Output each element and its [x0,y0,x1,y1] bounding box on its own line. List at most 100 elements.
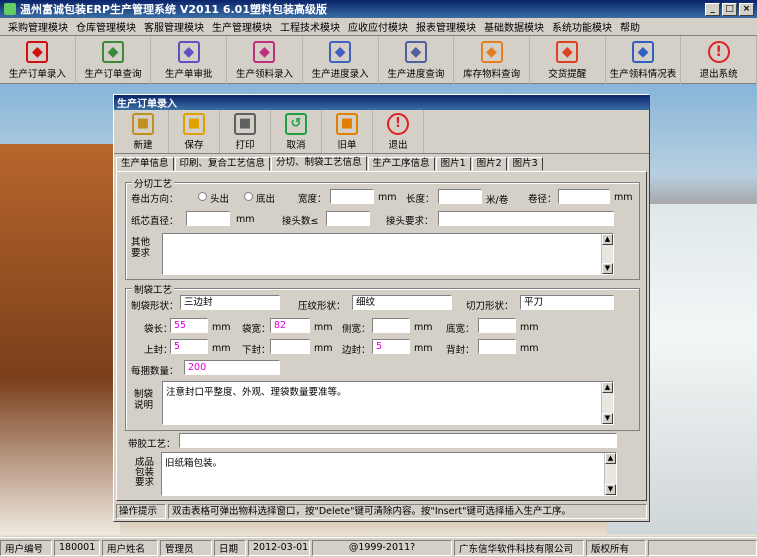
tab-4[interactable]: 图片1 [435,157,471,171]
title-bar: 温州富诚包装ERP生产管理系统 V2011 6.01塑料包装高级版 _ □ × [0,0,757,18]
cut-width-label: 宽度： [298,194,327,205]
toolbar-button-6[interactable]: ◆ 库存物料查询 [454,36,530,84]
progress-entry-icon: ◆ [329,40,352,63]
bottom-width-label: 底宽： [446,324,475,335]
order-tool-button-2[interactable]: ■ 打印 [220,110,271,153]
roll-diameter-unit: mm [614,192,633,203]
tab-3[interactable]: 生产工序信息 [367,157,435,171]
tab-5[interactable]: 图片2 [471,157,507,171]
other-requirements-label: 其他要求 [131,237,151,259]
side-width-input[interactable] [372,318,410,333]
order-entry-toolbar: ■ 新建 ■ 保存 ■ 打印 ↺ 取消 ■ 旧单! 退出 [114,110,649,154]
status-user-id-label: 用户编号 [0,539,52,556]
bag-note-scrollbar[interactable]: ▲ ▼ [601,382,613,424]
top-seal-unit: mm [212,343,231,354]
toolbar-button-9[interactable]: ! 退出系统 [681,36,757,84]
cut-length-input[interactable] [438,189,482,204]
top-seal-input[interactable]: 5 [170,339,208,354]
menu-item-production[interactable]: 生产管理模块 [208,19,276,34]
edge-seal-unit: mm [414,343,433,354]
bag-length-unit: mm [212,322,231,333]
toolbar-button-1[interactable]: ◆ 生产订单查询 [76,36,152,84]
radio-bottom-out[interactable] [244,192,253,201]
menu-item-customer-service[interactable]: 客服管理模块 [140,19,208,34]
menu-item-finance[interactable]: 应收应付模块 [344,19,412,34]
order-tool-label: 保存 [184,139,204,151]
tab-1[interactable]: 印刷、复合工艺信息 [174,157,271,171]
other-requirements-memo[interactable]: ▲ ▼ [162,233,614,275]
order-tool-button-4[interactable]: ■ 旧单 [322,110,373,153]
bundle-qty-input[interactable]: 200 [184,360,280,375]
bag-note-memo[interactable]: 注意封口平整度、外观、理袋数量要准等。 ▲ ▼ [162,381,614,425]
other-memo-scrollbar[interactable]: ▲ ▼ [601,234,613,274]
edge-seal-input[interactable]: 5 [372,339,410,354]
back-seal-input[interactable] [478,339,516,354]
joint-requirement-input[interactable] [438,211,614,226]
menu-item-engineering[interactable]: 工程技术模块 [276,19,344,34]
toolbar-button-7[interactable]: ◆ 交货提醒 [530,36,606,84]
core-diameter-input[interactable] [186,211,230,226]
tab-6[interactable]: 图片3 [507,157,543,171]
cut-width-input[interactable] [330,189,374,204]
toolbar-button-label: 生产领料录入 [235,68,293,80]
tab-page-cut-bag: 分切工艺 卷出方向： 头出 底出 宽度： mm 长度： 米/卷 卷径： mm 纸… [116,171,647,501]
bag-shape-input[interactable]: 三边封 [180,295,280,310]
joints-input[interactable] [326,211,370,226]
bottom-width-input[interactable] [478,318,516,333]
old-order-icon: ■ [336,112,358,135]
window-title: 温州富诚包装ERP生产管理系统 V2011 6.01塑料包装高级版 [20,3,327,16]
toolbar-button-8[interactable]: ◆ 生产领料情况表 [606,36,682,84]
bag-note-text: 注意封口平整度、外观、理袋数量要准等。 [166,387,347,398]
toolbar-button-label: 生产订单录入 [8,68,66,80]
cut-group-label: 分切工艺 [132,176,175,190]
bottom-seal-input[interactable] [270,339,310,354]
menu-item-reports[interactable]: 报表管理模块 [412,19,480,34]
order-tool-label: 新建 [133,139,153,151]
menu-item-basic-data[interactable]: 基础数据模块 [480,19,548,34]
minimize-button[interactable]: _ [705,2,720,16]
toolbar-button-5[interactable]: ◆ 生产进度查询 [379,36,455,84]
menu-item-system[interactable]: 系统功能模块 [548,19,616,34]
packaging-label: 成品包装要求 [135,457,155,488]
order-entry-title: 生产订单录入 [114,95,649,110]
roll-diameter-label: 卷径： [528,194,557,205]
tab-0[interactable]: 生产单信息 [116,157,174,171]
printer-icon: ■ [234,112,256,135]
packaging-scrollbar[interactable]: ▲ ▼ [604,453,616,495]
emboss-label: 压纹形状： [298,301,346,312]
toolbar-button-0[interactable]: ◆ 生产订单录入 [0,36,76,84]
bag-width-input[interactable]: 82 [270,318,310,333]
menu-item-warehouse[interactable]: 仓库管理模块 [72,19,140,34]
side-width-label: 侧宽： [342,324,371,335]
status-rights: 版权所有 [586,539,646,556]
radio-head-out[interactable] [198,192,207,201]
cutter-input[interactable]: 平刀 [520,295,614,310]
packaging-memo[interactable]: 旧纸箱包装。 ▲ ▼ [161,452,617,496]
order-tool-button-1[interactable]: ■ 保存 [169,110,220,153]
order-tool-button-3[interactable]: ↺ 取消 [271,110,322,153]
tab-strip: 生产单信息 印刷、复合工艺信息 分切、制袋工艺信息 生产工序信息 图片1 图片2 图片3 [116,156,544,171]
order-tool-button-5[interactable]: ! 退出 [373,110,424,153]
roll-diameter-input[interactable] [558,189,610,204]
menu-item-purchase[interactable]: 采购管理模块 [4,19,72,34]
toolbar-button-4[interactable]: ◆ 生产进度录入 [303,36,379,84]
toolbar-button-2[interactable]: ◆ 生产单审批 [151,36,228,84]
bag-length-input[interactable]: 55 [170,318,208,333]
joint-requirement-label: 接头要求： [386,216,434,227]
delivery-icon: ◆ [556,40,579,63]
menu-item-help[interactable]: 帮助 [616,19,644,34]
tape-process-input[interactable] [179,433,617,448]
status-user-id-value: 180001 [54,539,100,556]
toolbar-button-label: 库存物料查询 [463,68,521,80]
direction-label: 卷出方向： [131,194,179,205]
maximize-button[interactable]: □ [722,2,737,16]
order-tool-button-0[interactable]: ■ 新建 [118,110,169,153]
back-seal-unit: mm [520,343,539,354]
pdf-search-icon: ◆ [102,40,125,63]
close-button[interactable]: × [739,2,754,16]
top-seal-label: 上封： [144,345,173,356]
stock-icon: ◆ [480,40,503,63]
emboss-input[interactable]: 细纹 [352,295,452,310]
toolbar-button-3[interactable]: ◆ 生产领料录入 [227,36,303,84]
tab-2[interactable]: 分切、制袋工艺信息 [271,156,367,171]
